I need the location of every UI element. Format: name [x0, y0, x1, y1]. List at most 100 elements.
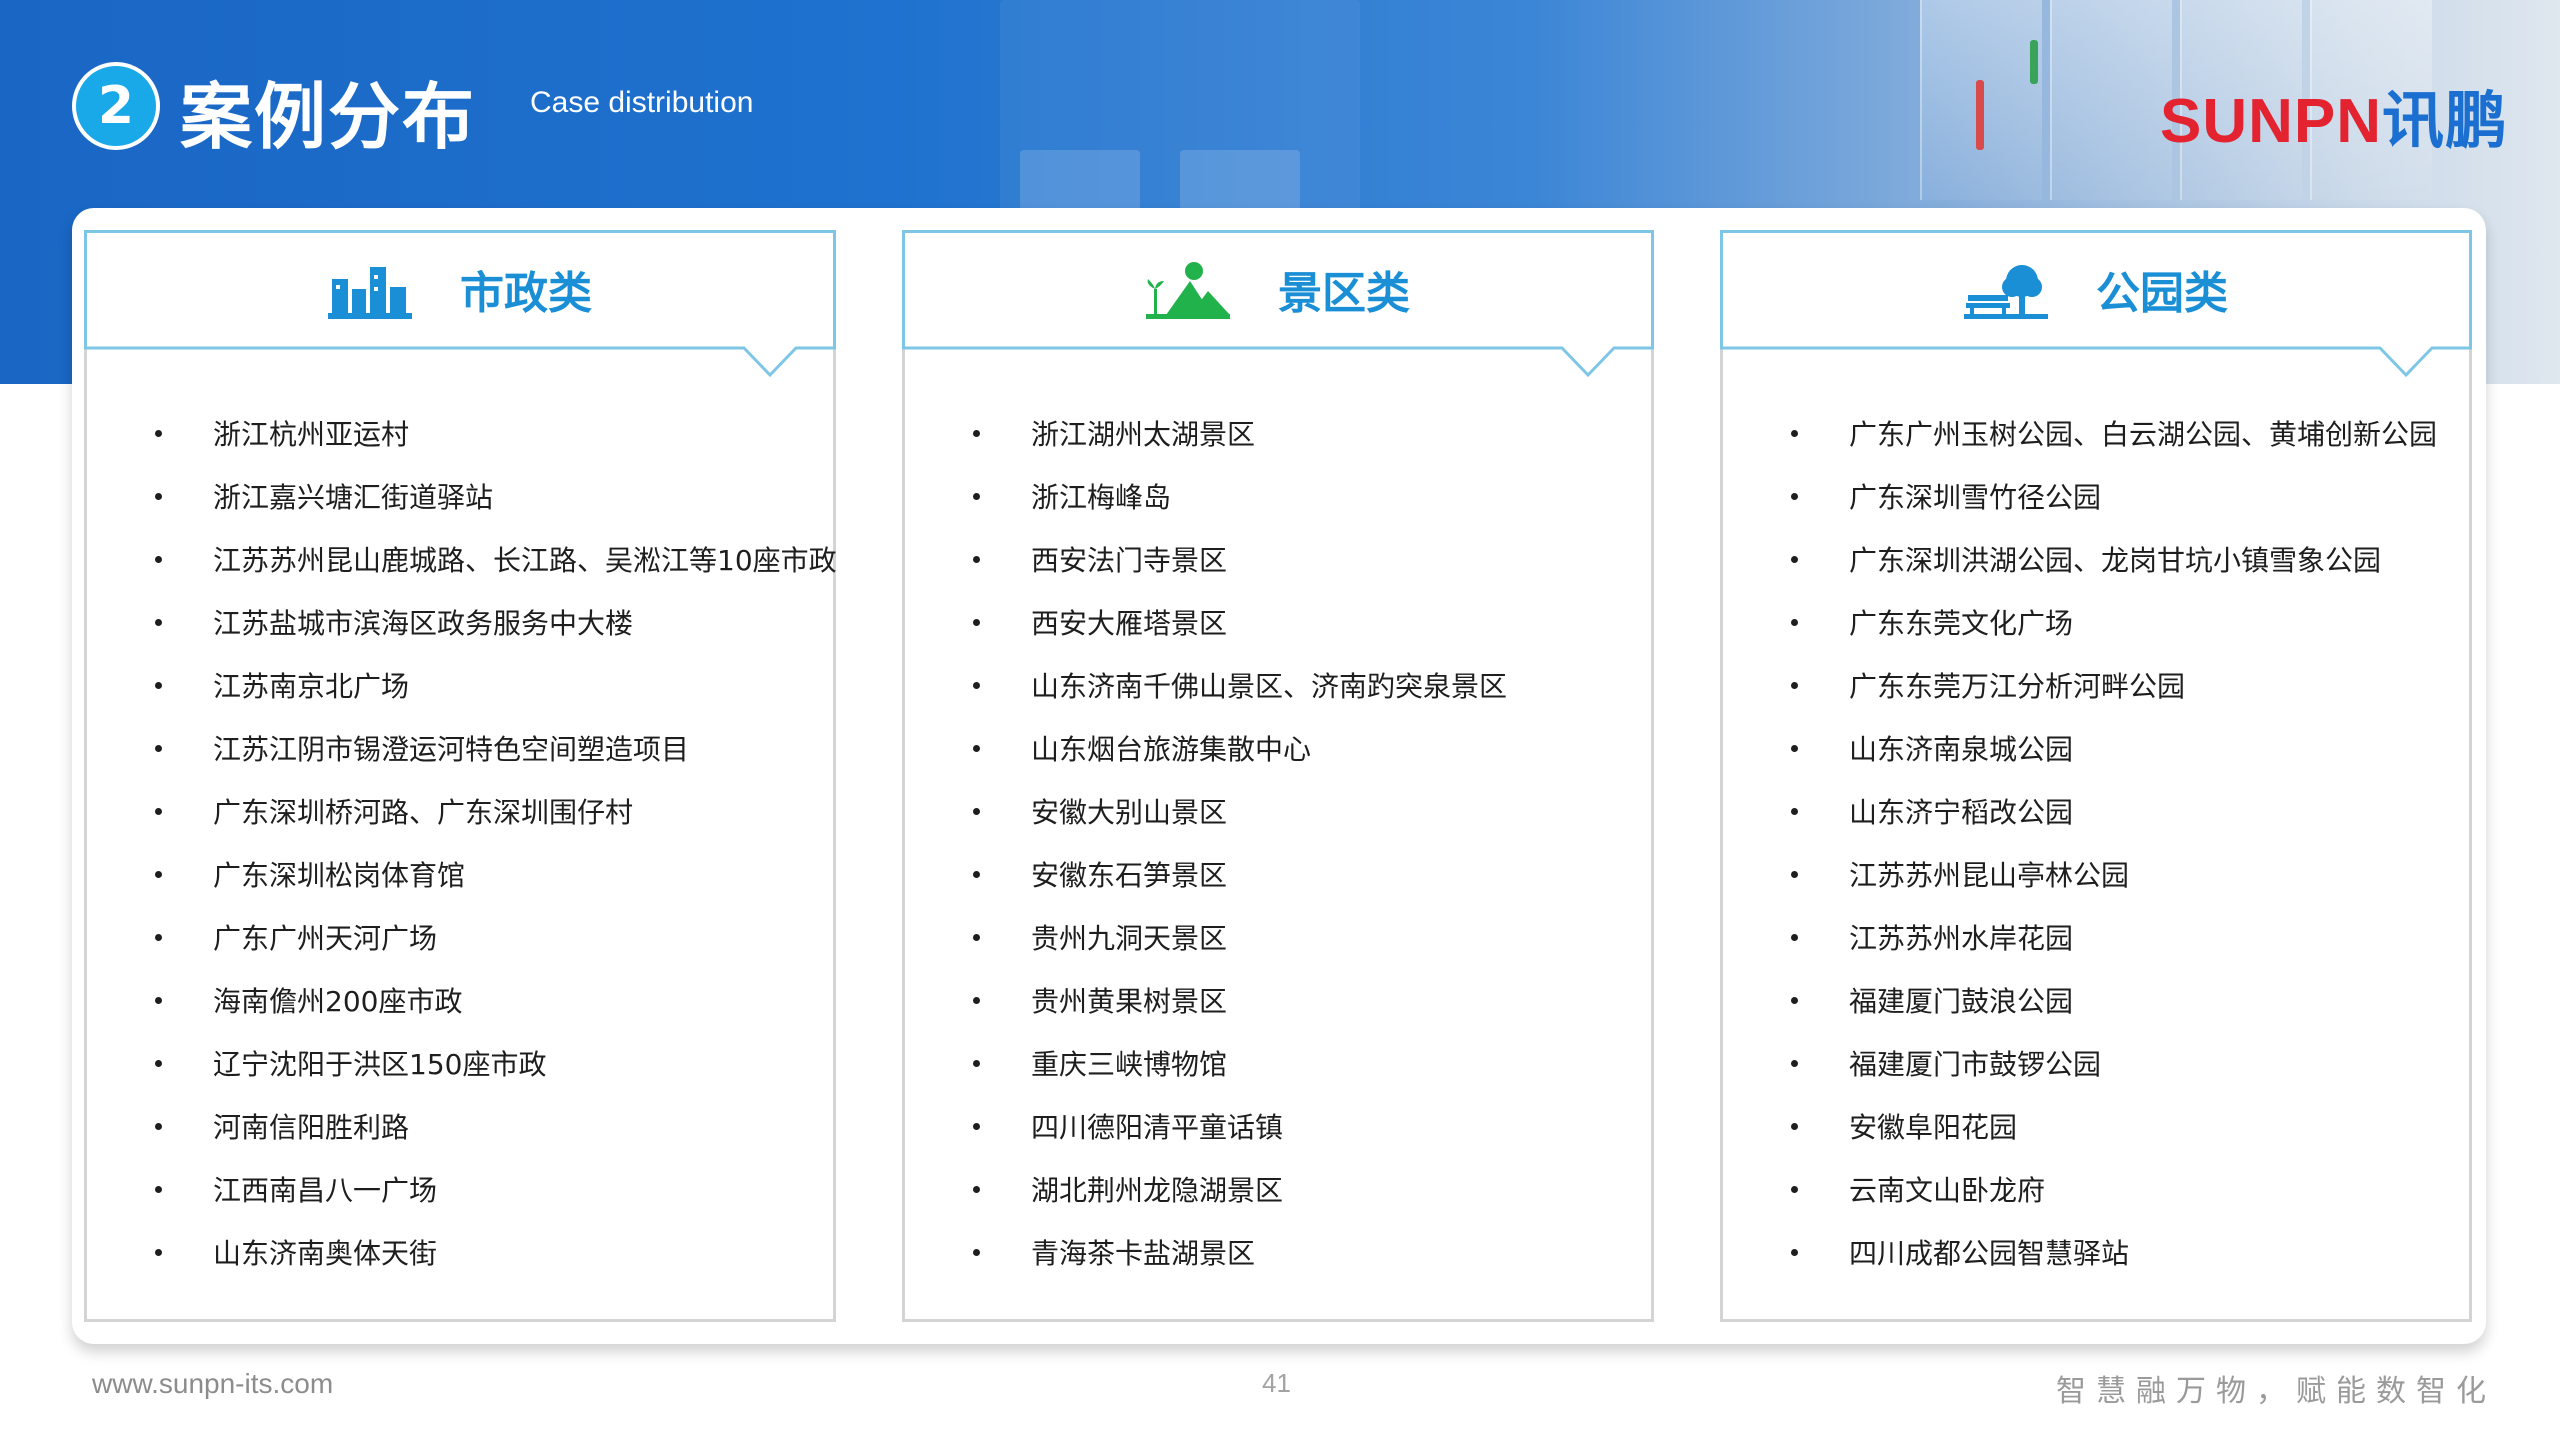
bullet-icon	[155, 619, 162, 626]
bullet-icon	[1791, 430, 1798, 437]
panel-header-divider	[902, 346, 1654, 378]
list-item: 青海茶卡盐湖景区	[905, 1222, 1651, 1285]
background-sink	[1020, 150, 1140, 210]
section-number-badge: 2	[72, 62, 160, 150]
list-item: 河南信阳胜利路	[87, 1096, 833, 1159]
bullet-icon	[1791, 682, 1798, 689]
footer-url[interactable]: www.sunpn-its.com	[92, 1368, 333, 1400]
bullet-icon	[1791, 556, 1798, 563]
page-title: 案例分布	[180, 75, 477, 159]
bullet-icon	[973, 1123, 980, 1130]
panel-header: 市政类	[84, 230, 836, 348]
list-item: 海南儋州200座市政	[87, 970, 833, 1033]
bullet-icon	[973, 682, 980, 689]
list-item: 广东东莞文化广场	[1723, 592, 2469, 655]
list-item: 广东广州玉树公园、白云湖公园、黄埔创新公园	[1723, 403, 2469, 466]
list-item: 山东济宁稻改公园	[1723, 781, 2469, 844]
list-item: 浙江梅峰岛	[905, 466, 1651, 529]
background-sink	[1180, 150, 1300, 210]
bullet-icon	[973, 619, 980, 626]
list-item: 江西南昌八一广场	[87, 1159, 833, 1222]
bullet-icon	[1791, 997, 1798, 1004]
list-item: 福建厦门市鼓锣公园	[1723, 1033, 2469, 1096]
logo-cn: 讯鹏	[2382, 87, 2509, 156]
list-item: 山东济南千佛山景区、济南趵突泉景区	[905, 655, 1651, 718]
list-item: 广东深圳松岗体育馆	[87, 844, 833, 907]
list-item: 广东深圳雪竹径公园	[1723, 466, 2469, 529]
list-item: 浙江杭州亚运村	[87, 403, 833, 466]
list-item: 广东深圳洪湖公园、龙岗甘坑小镇雪象公园	[1723, 529, 2469, 592]
bullet-icon	[155, 1186, 162, 1193]
bullet-icon	[973, 934, 980, 941]
bullet-icon	[973, 430, 980, 437]
stall-indicator-green	[2030, 40, 2038, 84]
bullet-icon	[973, 871, 980, 878]
bullet-icon	[973, 808, 980, 815]
list-item: 西安法门寺景区	[905, 529, 1651, 592]
list-item: 安徽大别山景区	[905, 781, 1651, 844]
bullet-icon	[1791, 1249, 1798, 1256]
list-item: 重庆三峡博物馆	[905, 1033, 1651, 1096]
list-item: 山东济南泉城公园	[1723, 718, 2469, 781]
buildings-icon	[328, 267, 412, 319]
bullet-icon	[155, 1123, 162, 1130]
panel-title: 景区类	[1278, 268, 1410, 319]
list-item: 广东东莞万江分析河畔公园	[1723, 655, 2469, 718]
bullet-icon	[155, 493, 162, 500]
list-item: 江苏盐城市滨海区政务服务中大楼	[87, 592, 833, 655]
list-item: 江苏江阴市锡澄运河特色空间塑造项目	[87, 718, 833, 781]
bullet-icon	[1791, 1186, 1798, 1193]
bullet-icon	[155, 871, 162, 878]
list-item: 贵州黄果树景区	[905, 970, 1651, 1033]
panel-title: 公园类	[2096, 268, 2228, 319]
item-list: 浙江湖州太湖景区 浙江梅峰岛 西安法门寺景区 西安大雁塔景区 山东济南千佛山景区…	[905, 403, 1651, 1285]
list-item: 四川德阳清平童话镇	[905, 1096, 1651, 1159]
bullet-icon	[973, 745, 980, 752]
list-item: 江苏苏州水岸花园	[1723, 907, 2469, 970]
panel-title: 市政类	[460, 268, 592, 319]
panel-municipal: 市政类 浙江杭州亚运村 浙江嘉兴塘汇街道驿站 江苏苏州昆山鹿城路、长江路、吴淞江…	[84, 230, 837, 1322]
bullet-icon	[155, 934, 162, 941]
list-item: 浙江嘉兴塘汇街道驿站	[87, 466, 833, 529]
bullet-icon	[155, 1060, 162, 1067]
logo-latin: SUNPN	[2160, 87, 2383, 156]
stall-indicator-red	[1976, 80, 1984, 150]
list-item: 云南文山卧龙府	[1723, 1159, 2469, 1222]
bullet-icon	[155, 745, 162, 752]
bullet-icon	[1791, 1060, 1798, 1067]
list-item: 江苏苏州昆山鹿城路、长江路、吴淞江等10座市政	[87, 529, 837, 592]
bullet-icon	[973, 997, 980, 1004]
panel-scenic: 景区类 浙江湖州太湖景区 浙江梅峰岛 西安法门寺景区 西安大雁塔景区 山东济南千…	[902, 230, 1654, 1322]
bullet-icon	[155, 997, 162, 1004]
bullet-icon	[973, 493, 980, 500]
item-list: 广东广州玉树公园、白云湖公园、黄埔创新公园 广东深圳雪竹径公园 广东深圳洪湖公园…	[1723, 403, 2469, 1285]
list-item: 福建厦门鼓浪公园	[1723, 970, 2469, 1033]
panel-header-divider	[1720, 346, 2472, 378]
bullet-icon	[1791, 808, 1798, 815]
mountain-icon	[1146, 262, 1230, 319]
page-number: 41	[1262, 1368, 1291, 1398]
item-list: 浙江杭州亚运村 浙江嘉兴塘汇街道驿站 江苏苏州昆山鹿城路、长江路、吴淞江等10座…	[87, 403, 837, 1285]
brand-logo: SUNPN讯鹏	[2160, 70, 2508, 160]
park-bench-tree-icon	[1964, 265, 2048, 319]
background-stall	[2050, 0, 2172, 200]
list-item: 辽宁沈阳于洪区150座市政	[87, 1033, 833, 1096]
footer-slogan: 智慧融万物，赋能数智化	[2056, 1374, 2496, 1409]
list-item: 四川成都公园智慧驿站	[1723, 1222, 2469, 1285]
bullet-icon	[155, 1249, 162, 1256]
panel-park: 公园类 广东广州玉树公园、白云湖公园、黄埔创新公园 广东深圳雪竹径公园 广东深圳…	[1720, 230, 2472, 1322]
bullet-icon	[973, 1060, 980, 1067]
panel-header-divider	[84, 346, 836, 378]
bullet-icon	[1791, 934, 1798, 941]
list-item: 广东广州天河广场	[87, 907, 833, 970]
bullet-icon	[973, 556, 980, 563]
bullet-icon	[155, 556, 162, 563]
bullet-icon	[973, 1186, 980, 1193]
panel-header: 景区类	[902, 230, 1654, 348]
bullet-icon	[973, 1249, 980, 1256]
list-item: 江苏苏州昆山亭林公园	[1723, 844, 2469, 907]
list-item: 广东深圳桥河路、广东深圳围仔村	[87, 781, 833, 844]
list-item: 山东济南奥体天街	[87, 1222, 833, 1285]
list-item: 浙江湖州太湖景区	[905, 403, 1651, 466]
list-item: 贵州九洞天景区	[905, 907, 1651, 970]
